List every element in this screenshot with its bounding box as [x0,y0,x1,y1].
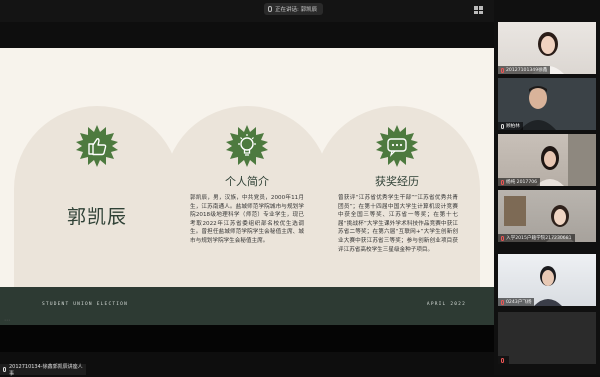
presenter-name: 2012710134-徐鑫郭凯辰讲座人事 [8,363,83,377]
participant-name-label: 杨纯 2017706 [498,178,541,186]
mic-muted-icon [501,179,504,185]
microphone-icon [268,6,272,12]
bottom-strip [0,325,494,352]
chat-bubble-icon [376,125,418,167]
mic-muted-icon [501,299,504,305]
candidate-name: 郭凯辰 [66,206,127,228]
participant-name-label: 0243户飞杨 [498,298,535,306]
mic-icon [501,123,504,129]
awards-heading: 获奖经历 [375,175,419,188]
intro-heading: 个人简介 [225,175,269,188]
presenter-label: 2012710134-徐鑫郭凯辰讲座人事 [0,363,86,377]
microphone-icon [3,367,6,372]
mic-muted-icon [501,357,504,363]
meeting-top-bar: 正在讲话: 郭凯辰 [0,0,494,22]
participant-tile[interactable]: 0243户飞杨 [498,254,596,306]
participant-tile[interactable]: 杨纯 2017706 [498,134,596,186]
shared-slide: 郭凯辰 个人简介 郭凯辰，男，汉族，中共党员，2000年11月生，江苏南通人。盐… [0,48,494,325]
participant-tile[interactable]: 顾柏林 [498,78,596,130]
speaking-label: 正在讲话: 郭凯辰 [275,7,318,13]
mic-muted-icon [501,235,504,241]
participant-tile[interactable]: 20127101349徐鑫 [498,22,596,74]
participant-name-label [498,356,509,364]
participant-name-label: 入学2015户籍学院217230681 [498,234,575,242]
footer-event-label: STUDENT UNION ELECTION [42,302,129,307]
speaking-indicator: 正在讲话: 郭凯辰 [264,3,324,15]
thumbs-up-icon [76,125,118,167]
gallery-view-icon[interactable] [474,6,484,14]
more-options-icon[interactable]: ⋯ [4,317,10,324]
participant-tile[interactable] [498,312,596,364]
lightbulb-icon [226,125,268,167]
slide-footer: STUDENT UNION ELECTION APRIL 2022 [0,287,494,325]
participant-tile[interactable]: 入学2015户籍学院217230681 [498,190,596,242]
participant-name-label: 顾柏林 [498,122,523,130]
participant-sidebar: 20127101349徐鑫 顾柏林 杨纯 2017706 入学2015户籍学院2… [494,0,600,375]
intro-text: 郭凯辰，男，汉族，中共党员，2000年11月生，江苏南通人。盐城师范学院城市与规… [190,195,304,244]
mic-muted-icon [501,67,504,73]
awards-text: 曾获评“江苏省优秀学生干部”“江苏省优秀共青团员”；在第十四届中国大学生计算机设… [338,195,458,253]
footer-date: APRIL 2022 [426,302,466,307]
participant-name-label: 20127101349徐鑫 [498,66,551,74]
